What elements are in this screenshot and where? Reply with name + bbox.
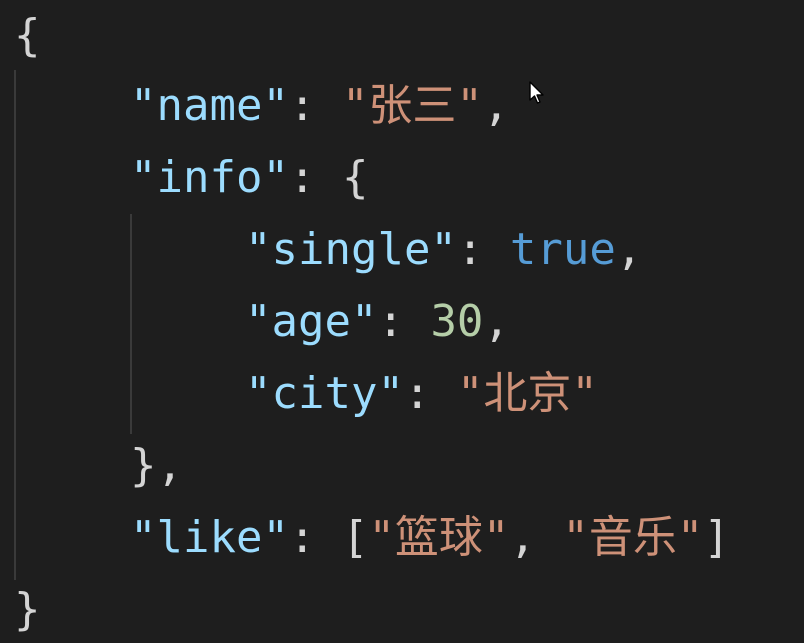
colon: : bbox=[288, 80, 342, 131]
comma: , bbox=[482, 80, 510, 131]
code-line-8: "like": ["篮球", "音乐"] bbox=[130, 502, 730, 574]
colon: : bbox=[377, 296, 431, 347]
code-line-4: "single": true, bbox=[245, 214, 642, 286]
indent-guide-inner bbox=[130, 214, 132, 434]
code-line-6: "city": "北京" bbox=[245, 358, 598, 430]
json-key-like: "like" bbox=[130, 512, 289, 563]
close-brace: } bbox=[14, 584, 41, 635]
code-line-3: "info": { bbox=[130, 142, 368, 214]
json-value-name: "张三" bbox=[341, 80, 483, 131]
array-close-bracket: ] bbox=[703, 512, 730, 563]
colon: : bbox=[456, 224, 510, 275]
info-close-brace: } bbox=[130, 440, 157, 491]
indent-guide-outer bbox=[14, 70, 16, 580]
open-brace: { bbox=[14, 10, 41, 61]
colon: : bbox=[288, 152, 342, 203]
comma: , bbox=[615, 224, 643, 275]
code-line-7: }, bbox=[130, 430, 183, 502]
json-key-city: "city" bbox=[245, 368, 404, 419]
json-value-age: 30 bbox=[430, 296, 484, 347]
json-array-item-1: "篮球" bbox=[368, 512, 510, 563]
colon: : bbox=[403, 368, 457, 419]
mouse-pointer-icon bbox=[529, 81, 544, 104]
code-editor[interactable]: { "name": "张三", "info": { "single": true… bbox=[0, 0, 804, 643]
json-key-info: "info" bbox=[130, 152, 289, 203]
json-value-single: true bbox=[509, 224, 616, 275]
code-line-5: "age": 30, bbox=[245, 286, 510, 358]
info-open-brace: { bbox=[341, 152, 369, 203]
json-value-city: "北京" bbox=[456, 368, 598, 419]
json-key-single: "single" bbox=[245, 224, 457, 275]
json-array-item-2: "音乐" bbox=[562, 512, 704, 563]
colon: : bbox=[288, 512, 342, 563]
json-key-age: "age" bbox=[245, 296, 378, 347]
array-open-bracket: [ bbox=[341, 512, 369, 563]
comma: , bbox=[483, 296, 510, 347]
comma: , bbox=[509, 512, 563, 563]
code-line-9: } bbox=[14, 574, 41, 643]
code-line-1: { bbox=[14, 0, 41, 72]
json-key-name: "name" bbox=[130, 80, 289, 131]
comma: , bbox=[156, 440, 184, 491]
code-line-2: "name": "张三", bbox=[130, 70, 509, 142]
